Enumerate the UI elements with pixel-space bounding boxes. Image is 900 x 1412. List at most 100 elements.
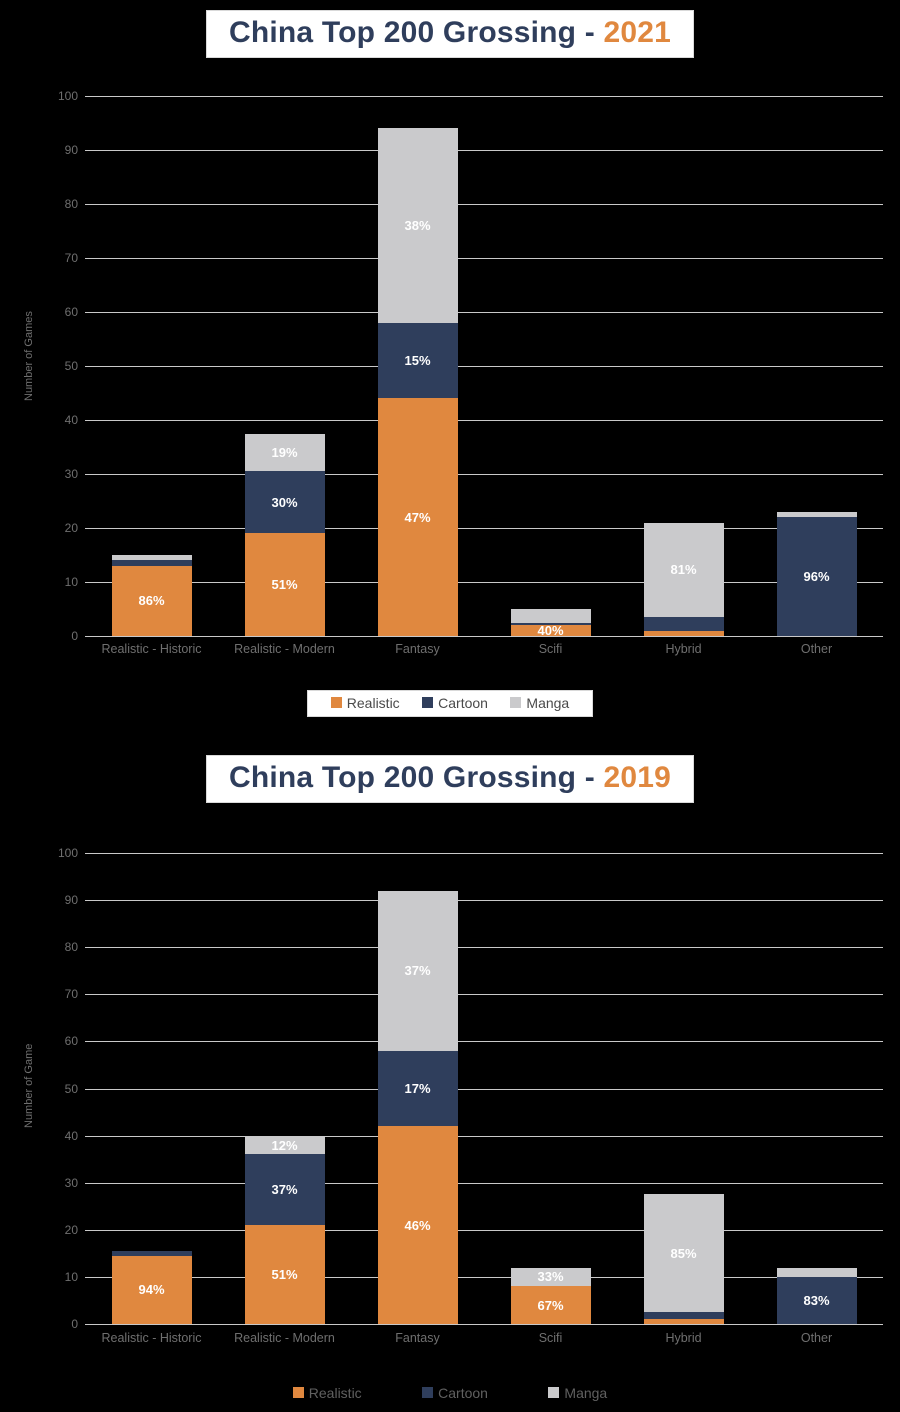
legend-item-manga[interactable]: Manga [510, 696, 569, 710]
y-tick-label: 70 [64, 987, 78, 1002]
chart-title-box-2021: China Top 200 Grossing - 2021 [205, 10, 695, 58]
page-title-2021: China Top 200 Grossing - 2021 [229, 16, 671, 49]
y-tick-label: 90 [64, 893, 78, 908]
bar-segment-manga[interactable]: 85% [643, 1194, 724, 1313]
legend-wrap-2021: Realistic Cartoon Manga [0, 690, 900, 717]
segment-value-label: 96% [803, 569, 830, 585]
x-tick-label: Realistic - Modern [234, 642, 335, 656]
segment-value-label: 46% [404, 1217, 431, 1233]
x-tick-label: Realistic - Historic [101, 642, 202, 656]
bar-segment-realistic[interactable]: 51% [244, 533, 325, 636]
bar-group-2021: 86% 51% 30% 19% 47% 15% 38% 40% 81% 96% [85, 96, 883, 637]
x-axis-labels-2021: Realistic - Historic Realistic - Modern … [85, 642, 883, 656]
x-tick-label: Fantasy [395, 1331, 440, 1345]
stacked-bar[interactable]: 46% 17% 37% [377, 890, 458, 1324]
stacked-bar[interactable]: 83% [776, 1267, 857, 1324]
plot-area-2019: Number of Game 100 90 80 70 60 50 40 30 … [23, 846, 883, 1345]
bar-segment-manga[interactable] [111, 555, 192, 561]
x-tick-label: Hybrid [665, 642, 702, 656]
bar-segment-cartoon[interactable]: 30% [244, 471, 325, 534]
legend-2021: Realistic Cartoon Manga [306, 690, 594, 717]
bar-segment-manga[interactable] [776, 511, 857, 518]
bar-segment-cartoon[interactable]: 15% [377, 322, 458, 399]
legend-label: Realistic [308, 1384, 362, 1401]
bar-column: 46% 17% 37% [351, 853, 484, 1324]
legend-item-cartoon[interactable]: Cartoon [422, 1386, 488, 1400]
stacked-bar[interactable]: 40% [510, 609, 591, 637]
bar-segment-manga[interactable]: 37% [377, 890, 458, 1051]
segment-value-label: 94% [138, 1282, 165, 1298]
bar-segment-manga[interactable]: 19% [244, 433, 325, 472]
stacked-bar[interactable]: 51% 30% 19% [244, 433, 325, 636]
stacked-bar[interactable]: 51% 37% 12% [244, 1135, 325, 1324]
legend-item-manga[interactable]: Manga [548, 1386, 607, 1400]
legend-2019: Realistic Cartoon Manga [251, 1381, 649, 1406]
bar-segment-realistic[interactable]: 47% [377, 398, 458, 636]
bar-segment-realistic[interactable]: 46% [377, 1126, 458, 1324]
x-axis-labels-2019: Realistic - Historic Realistic - Modern … [85, 1331, 883, 1345]
legend-item-cartoon[interactable]: Cartoon [422, 696, 488, 710]
bar-segment-realistic[interactable]: 51% [244, 1225, 325, 1324]
bar-segment-cartoon[interactable] [643, 617, 724, 631]
title-year-text: 2021 [603, 16, 672, 49]
stacked-bar[interactable]: 81% [643, 522, 724, 636]
segment-value-label: 85% [670, 1245, 697, 1261]
gridline: 0 [71, 1317, 883, 1331]
bar-segment-realistic[interactable]: 94% [111, 1255, 192, 1324]
bar-segment-manga[interactable]: 12% [244, 1135, 325, 1155]
bar-segment-manga[interactable]: 38% [377, 128, 458, 323]
y-tick-label: 100 [57, 846, 78, 860]
segment-value-label: 30% [271, 494, 298, 510]
y-tick-label: 70 [64, 251, 78, 265]
y-tick-label: 0 [71, 1317, 78, 1331]
bar-segment-manga[interactable] [776, 1267, 857, 1277]
bar-segment-realistic[interactable] [643, 630, 724, 636]
bar-segment-cartoon[interactable] [643, 1312, 724, 1320]
bar-column: 83% [750, 853, 883, 1324]
bar-segment-cartoon[interactable] [510, 622, 591, 626]
stacked-bar[interactable]: 67% 33% [510, 1267, 591, 1324]
stacked-bar[interactable]: 94% [111, 1251, 192, 1324]
bar-column: 96% [750, 96, 883, 636]
bar-segment-realistic[interactable]: 40% [510, 624, 591, 637]
x-tick-label: Other [800, 642, 833, 656]
x-tick-label: Fantasy [395, 642, 440, 656]
chart-2021: China Top 200 Grossing - 2021 Number of … [0, 0, 900, 730]
bar-segment-cartoon[interactable]: 96% [776, 517, 857, 636]
bar-segment-cartoon[interactable] [111, 560, 192, 566]
y-tick-label: 0 [71, 629, 78, 643]
legend-item-realistic[interactable]: Realistic [330, 696, 400, 710]
segment-value-label: 47% [404, 509, 431, 525]
bar-segment-cartoon[interactable]: 37% [244, 1154, 325, 1226]
stacked-bar[interactable]: 86% [111, 555, 192, 636]
stacked-bar[interactable]: 47% 15% 38% [377, 128, 458, 636]
y-tick-label: 40 [64, 1128, 78, 1143]
bar-segment-realistic[interactable] [643, 1319, 724, 1324]
bar-segment-manga[interactable]: 81% [643, 522, 724, 618]
stacked-bar[interactable]: 96% [776, 511, 857, 636]
legend-swatch-cartoon-icon [422, 1387, 434, 1399]
y-tick-label: 50 [64, 1081, 78, 1096]
bar-segment-cartoon[interactable]: 83% [776, 1276, 857, 1324]
bar-segment-manga[interactable] [510, 609, 591, 623]
bar-segment-realistic[interactable]: 86% [111, 565, 192, 636]
y-tick-label: 30 [64, 1175, 78, 1190]
bar-column: 85% [617, 853, 750, 1324]
bar-segment-realistic[interactable]: 67% [510, 1286, 591, 1324]
legend-item-realistic[interactable]: Realistic [292, 1384, 362, 1401]
x-tick-label: Realistic - Historic [101, 1331, 202, 1345]
y-axis-title-2019: Number of Game [23, 1043, 35, 1128]
stacked-bar[interactable]: 85% [643, 1194, 724, 1324]
legend-swatch-cartoon-icon [422, 697, 434, 709]
bar-segment-cartoon[interactable] [111, 1251, 192, 1256]
legend-label: Cartoon [438, 1384, 488, 1401]
bar-segment-cartoon[interactable]: 17% [377, 1050, 458, 1127]
bar-segment-manga[interactable]: 33% [510, 1267, 591, 1287]
y-tick-label: 60 [64, 1034, 78, 1049]
title-year-text: 2019 [603, 761, 672, 794]
chart-title-wrap-2021: China Top 200 Grossing - 2021 [0, 10, 900, 58]
legend-swatch-realistic-icon [330, 697, 342, 709]
chart-2019: China Top 200 Grossing - 2019 Number of … [0, 735, 900, 1412]
x-tick-label: Scifi [538, 642, 563, 656]
segment-value-label: 37% [404, 963, 431, 979]
